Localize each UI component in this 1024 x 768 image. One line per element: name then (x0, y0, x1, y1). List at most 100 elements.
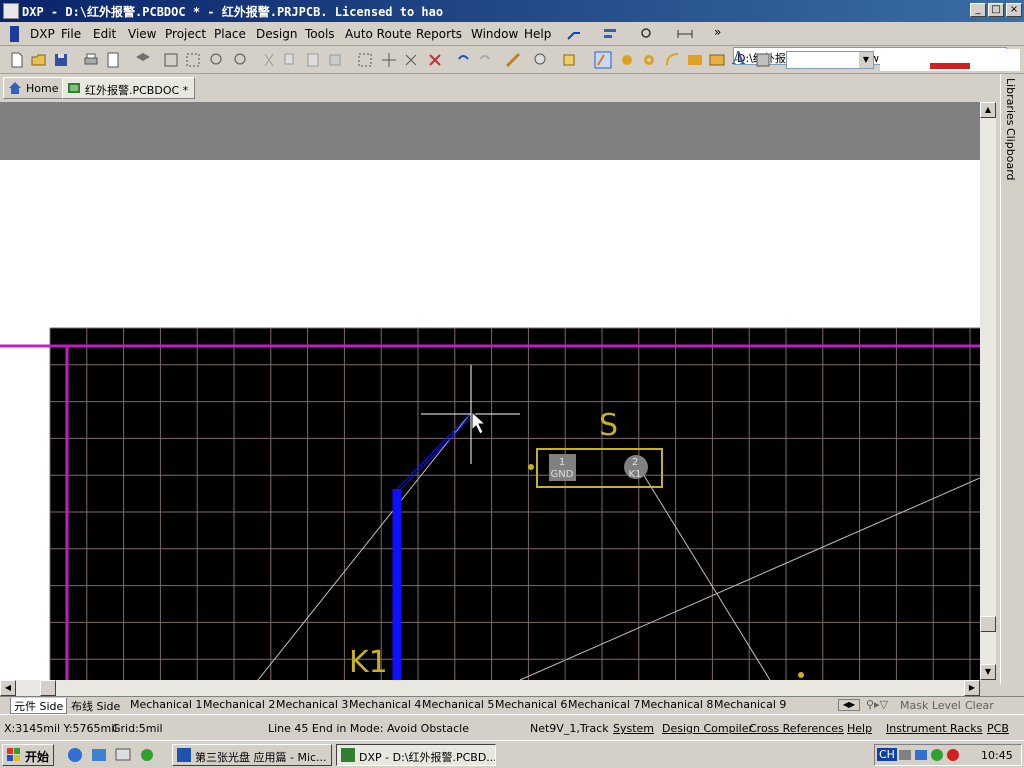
zoom-fit-icon[interactable] (162, 51, 180, 69)
place-pad-icon[interactable] (618, 51, 636, 69)
layer-tab-mech1[interactable]: Mechanical 1 (127, 698, 205, 714)
vertical-scrollbar[interactable]: ▲ ▼ (980, 102, 996, 680)
deselect-icon[interactable] (402, 51, 420, 69)
zoom-in-icon[interactable] (208, 51, 226, 69)
scroll-down-icon[interactable]: ▼ (980, 664, 996, 680)
media-icon[interactable] (138, 746, 156, 764)
pcb-workspace[interactable]: S K1 1 GND 2 K1 (0, 102, 980, 680)
layer-combo[interactable]: ▼ (786, 51, 874, 69)
panel-pcb-button[interactable]: PCB (987, 722, 1009, 735)
scroll-thumb-horizontal[interactable] (40, 680, 56, 696)
taskbar: 开始 第三张光盘 应用篇 - Mic... DXP - D:\红外报警.PCBD… (0, 740, 1024, 768)
close-button[interactable]: × (1006, 3, 1022, 17)
layer-tab-mech2[interactable]: Mechanical 2 (200, 698, 278, 714)
panel-design-compiler-button[interactable]: Design Compiler (662, 722, 753, 735)
rubber-stamp-icon[interactable] (326, 51, 344, 69)
route-tool-icon[interactable] (566, 25, 584, 43)
ie-icon[interactable] (66, 746, 84, 764)
menu-auto-route[interactable]: Auto Route (345, 27, 412, 41)
scroll-up-icon[interactable]: ▲ (980, 102, 996, 118)
zoom-out-icon[interactable] (232, 51, 250, 69)
clear-button[interactable]: Clear (965, 699, 994, 712)
scroll-right-icon[interactable]: ▶ (964, 680, 980, 696)
menu-edit[interactable]: Edit (93, 27, 116, 41)
tray-icons[interactable] (899, 747, 967, 763)
task-dxp[interactable]: DXP - D:\红外报警.PCBD... (336, 744, 496, 766)
align-tool-icon[interactable] (602, 25, 620, 43)
panel-tab-libraries[interactable]: Libraries (1004, 78, 1017, 126)
horizontal-scrollbar[interactable]: ◀ ▶ (0, 680, 980, 696)
panel-system-button[interactable]: System (613, 722, 654, 735)
menu-project[interactable]: Project (165, 27, 206, 41)
component-icon[interactable] (754, 51, 772, 69)
undo-icon[interactable] (454, 51, 472, 69)
menu-file[interactable]: File (61, 27, 81, 41)
paste-icon[interactable] (304, 51, 322, 69)
panel-help-button[interactable]: Help (847, 722, 872, 735)
layer-tab-mech9[interactable]: Mechanical 9 (711, 698, 789, 714)
find-tool-icon[interactable] (638, 25, 656, 43)
menu-help[interactable]: Help (524, 27, 551, 41)
redo-icon[interactable] (476, 51, 494, 69)
print-preview-icon[interactable] (104, 51, 122, 69)
place-arc-icon[interactable] (664, 51, 682, 69)
layer-tab-mech4[interactable]: Mechanical 4 (346, 698, 424, 714)
pcb-canvas[interactable]: SK11GND2K1 (0, 102, 980, 680)
panel-tab-clipboard[interactable]: Clipboard (1004, 128, 1017, 181)
menu-window[interactable]: Window (471, 27, 518, 41)
menu-tools[interactable]: Tools (305, 27, 335, 41)
maximize-button[interactable]: □ (988, 3, 1004, 17)
panel-cross-references-button[interactable]: Cross References (749, 722, 844, 735)
component-s-origin-marker (528, 464, 534, 470)
open-folder-icon[interactable] (30, 51, 48, 69)
tab-pcbdoc[interactable]: 红外报警.PCBDOC * (62, 77, 196, 99)
layer-tab-mech5[interactable]: Mechanical 5 (419, 698, 497, 714)
start-button[interactable]: 开始 (2, 744, 54, 766)
select-area-icon[interactable] (356, 51, 374, 69)
dimension-tool-icon[interactable] (676, 25, 694, 43)
component-k1-designator: K1 (349, 645, 388, 680)
task-word[interactable]: 第三张光盘 应用篇 - Mic... (172, 744, 332, 766)
clear-filter-icon[interactable] (426, 51, 444, 69)
language-indicator[interactable]: CH (877, 748, 897, 761)
place-via-icon[interactable] (640, 51, 658, 69)
copy-icon[interactable] (282, 51, 300, 69)
layer-tab-bottom[interactable]: 布线 Side (68, 698, 123, 714)
menu-design[interactable]: Design (256, 27, 297, 41)
layer-tab-top[interactable]: 元件 Side (10, 698, 68, 714)
place-string-icon[interactable]: A (732, 48, 745, 69)
save-icon[interactable] (52, 51, 70, 69)
more-toolbar-icon[interactable]: » (714, 25, 721, 39)
help-icon[interactable] (560, 51, 578, 69)
layer-tab-mech3[interactable]: Mechanical 3 (273, 698, 351, 714)
menu-view[interactable]: View (128, 27, 156, 41)
menu-reports[interactable]: Reports (416, 27, 462, 41)
pad-2-number: 2 (632, 457, 638, 468)
layer-tab-mech8[interactable]: Mechanical 8 (638, 698, 716, 714)
scroll-thumb-vertical[interactable] (980, 616, 996, 632)
layer-tab-mech6[interactable]: Mechanical 6 (492, 698, 570, 714)
mask-level-button[interactable]: Mask Level (900, 699, 961, 712)
desktop-icon[interactable] (114, 746, 132, 764)
zoom-area-icon[interactable] (184, 51, 202, 69)
menu-dxp[interactable]: DXP (30, 27, 55, 41)
tab-home[interactable]: Home (3, 77, 66, 99)
minimize-button[interactable]: _ (970, 3, 986, 17)
outlook-icon[interactable] (90, 746, 108, 764)
layer-scroll-icon[interactable]: ◀▶ (838, 699, 860, 711)
new-file-icon[interactable] (8, 51, 26, 69)
scroll-left-icon[interactable]: ◀ (0, 680, 16, 696)
cut-icon[interactable] (260, 51, 278, 69)
menu-place[interactable]: Place (214, 27, 246, 41)
3d-view-icon[interactable] (134, 51, 152, 69)
interactive-route-icon[interactable] (504, 51, 522, 69)
filter-icon[interactable]: ⚲▸▽ (866, 698, 888, 711)
place-fill-icon[interactable] (686, 51, 704, 69)
place-polygon-icon[interactable] (708, 51, 726, 69)
browse-icon[interactable] (532, 51, 550, 69)
place-track-icon[interactable] (594, 51, 612, 69)
move-icon[interactable] (380, 51, 398, 69)
panel-instrument-racks-button[interactable]: Instrument Racks (886, 722, 982, 735)
layer-tab-mech7[interactable]: Mechanical 7 (565, 698, 643, 714)
print-icon[interactable] (82, 51, 100, 69)
